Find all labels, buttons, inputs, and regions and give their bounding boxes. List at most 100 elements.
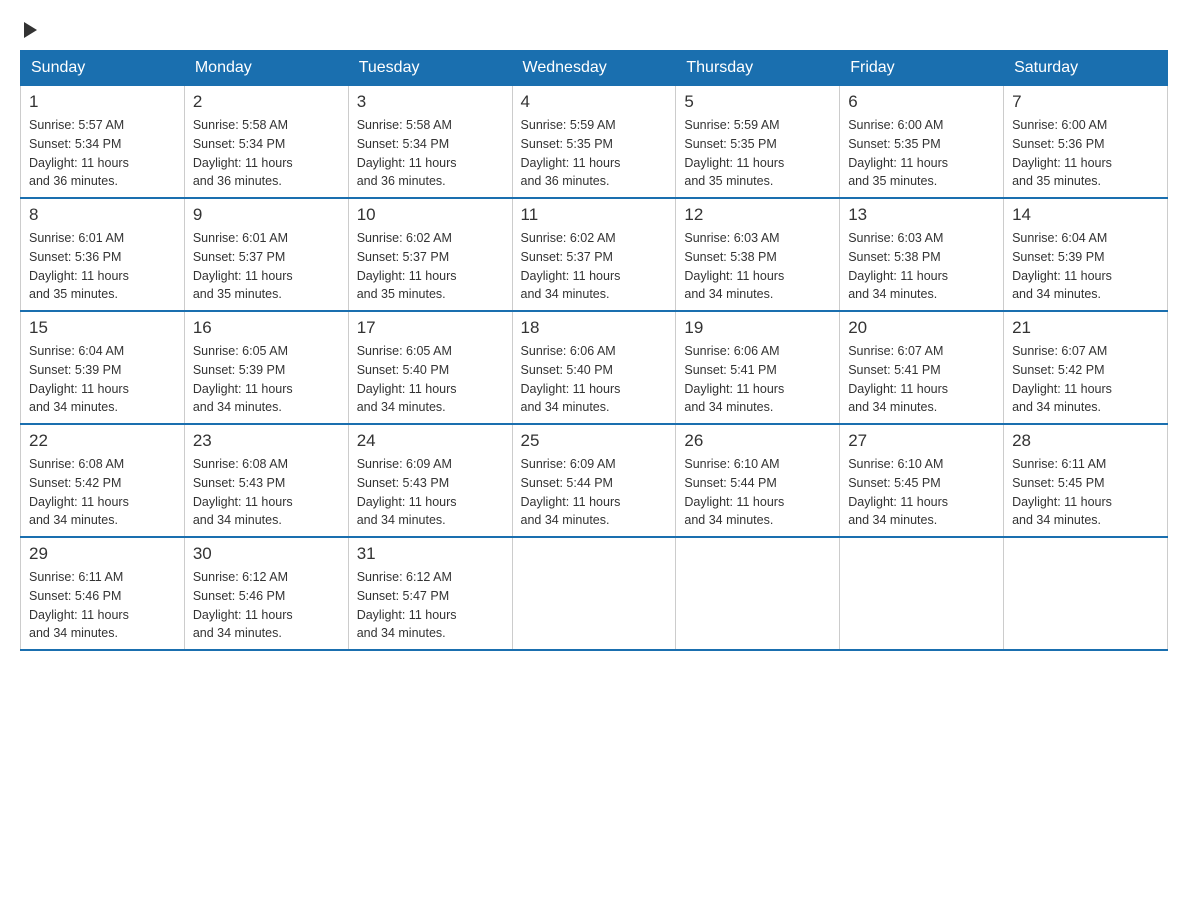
calendar-week-2: 8 Sunrise: 6:01 AMSunset: 5:36 PMDaylight… (21, 198, 1168, 311)
calendar-cell: 18Sunrise: 6:06 AMSunset: 5:40 PMDayligh… (512, 311, 676, 424)
calendar-cell: 31 Sunrise: 6:12 AMSunset: 5:47 PMDayligh… (348, 537, 512, 650)
day-info: Sunrise: 6:04 AMSunset: 5:39 PMDaylight:… (29, 342, 176, 417)
day-number: 1 (29, 92, 176, 112)
calendar-cell (676, 537, 840, 650)
day-info: Sunrise: 6:01 AMSunset: 5:37 PMDaylight:… (193, 229, 340, 304)
calendar-cell: 9 Sunrise: 6:01 AMSunset: 5:37 PMDaylight… (184, 198, 348, 311)
calendar-week-3: 15Sunrise: 6:04 AMSunset: 5:39 PMDayligh… (21, 311, 1168, 424)
day-info: Sunrise: 6:02 AMSunset: 5:37 PMDaylight:… (521, 229, 668, 304)
day-info: Sunrise: 5:58 AMSunset: 5:34 PMDaylight:… (357, 116, 504, 191)
calendar-cell: 2 Sunrise: 5:58 AMSunset: 5:34 PMDaylight… (184, 86, 348, 199)
day-number: 7 (1012, 92, 1159, 112)
calendar-cell: 20 Sunrise: 6:07 AMSunset: 5:41 PMDayligh… (840, 311, 1004, 424)
day-info: Sunrise: 6:04 AMSunset: 5:39 PMDaylight:… (1012, 229, 1159, 304)
day-number: 12 (684, 205, 831, 225)
day-number: 13 (848, 205, 995, 225)
calendar-cell: 3 Sunrise: 5:58 AMSunset: 5:34 PMDaylight… (348, 86, 512, 199)
day-number: 19 (684, 318, 831, 338)
day-info: Sunrise: 6:07 AMSunset: 5:42 PMDaylight:… (1012, 342, 1159, 417)
calendar-cell: 30 Sunrise: 6:12 AMSunset: 5:46 PMDayligh… (184, 537, 348, 650)
weekday-header-row: SundayMondayTuesdayWednesdayThursdayFrid… (21, 51, 1168, 86)
day-number: 10 (357, 205, 504, 225)
calendar-cell: 26Sunrise: 6:10 AMSunset: 5:44 PMDayligh… (676, 424, 840, 537)
day-info: Sunrise: 5:58 AMSunset: 5:34 PMDaylight:… (193, 116, 340, 191)
weekday-header-saturday: Saturday (1004, 51, 1168, 86)
logo (20, 20, 37, 34)
day-number: 11 (521, 205, 668, 225)
weekday-header-monday: Monday (184, 51, 348, 86)
calendar-week-5: 29 Sunrise: 6:11 AMSunset: 5:46 PMDayligh… (21, 537, 1168, 650)
calendar-cell: 22Sunrise: 6:08 AMSunset: 5:42 PMDayligh… (21, 424, 185, 537)
calendar-cell (840, 537, 1004, 650)
day-number: 4 (521, 92, 668, 112)
day-info: Sunrise: 6:08 AMSunset: 5:42 PMDaylight:… (29, 455, 176, 530)
day-info: Sunrise: 6:09 AMSunset: 5:44 PMDaylight:… (521, 455, 668, 530)
day-info: Sunrise: 6:07 AMSunset: 5:41 PMDaylight:… (848, 342, 995, 417)
weekday-header-tuesday: Tuesday (348, 51, 512, 86)
calendar-cell: 29 Sunrise: 6:11 AMSunset: 5:46 PMDayligh… (21, 537, 185, 650)
weekday-header-thursday: Thursday (676, 51, 840, 86)
calendar-cell: 4 Sunrise: 5:59 AMSunset: 5:35 PMDaylight… (512, 86, 676, 199)
day-number: 24 (357, 431, 504, 451)
day-info: Sunrise: 6:06 AMSunset: 5:40 PMDaylight:… (521, 342, 668, 417)
day-info: Sunrise: 6:12 AMSunset: 5:46 PMDaylight:… (193, 568, 340, 643)
day-number: 28 (1012, 431, 1159, 451)
day-number: 29 (29, 544, 176, 564)
calendar-cell: 28 Sunrise: 6:11 AMSunset: 5:45 PMDayligh… (1004, 424, 1168, 537)
day-number: 2 (193, 92, 340, 112)
day-number: 23 (193, 431, 340, 451)
day-info: Sunrise: 6:11 AMSunset: 5:46 PMDaylight:… (29, 568, 176, 643)
day-number: 3 (357, 92, 504, 112)
day-number: 21 (1012, 318, 1159, 338)
day-number: 30 (193, 544, 340, 564)
day-info: Sunrise: 6:02 AMSunset: 5:37 PMDaylight:… (357, 229, 504, 304)
calendar-cell: 6Sunrise: 6:00 AMSunset: 5:35 PMDaylight… (840, 86, 1004, 199)
calendar-cell: 21 Sunrise: 6:07 AMSunset: 5:42 PMDayligh… (1004, 311, 1168, 424)
calendar-cell: 27 Sunrise: 6:10 AMSunset: 5:45 PMDayligh… (840, 424, 1004, 537)
day-info: Sunrise: 6:12 AMSunset: 5:47 PMDaylight:… (357, 568, 504, 643)
calendar-cell: 8 Sunrise: 6:01 AMSunset: 5:36 PMDaylight… (21, 198, 185, 311)
weekday-header-sunday: Sunday (21, 51, 185, 86)
calendar-cell: 13 Sunrise: 6:03 AMSunset: 5:38 PMDayligh… (840, 198, 1004, 311)
calendar-body: 1 Sunrise: 5:57 AMSunset: 5:34 PMDaylight… (21, 86, 1168, 651)
day-number: 26 (684, 431, 831, 451)
calendar-cell: 25 Sunrise: 6:09 AMSunset: 5:44 PMDayligh… (512, 424, 676, 537)
day-number: 9 (193, 205, 340, 225)
day-info: Sunrise: 5:59 AMSunset: 5:35 PMDaylight:… (521, 116, 668, 191)
day-number: 5 (684, 92, 831, 112)
calendar-cell: 17Sunrise: 6:05 AMSunset: 5:40 PMDayligh… (348, 311, 512, 424)
day-number: 27 (848, 431, 995, 451)
day-info: Sunrise: 6:01 AMSunset: 5:36 PMDaylight:… (29, 229, 176, 304)
calendar-cell: 14 Sunrise: 6:04 AMSunset: 5:39 PMDayligh… (1004, 198, 1168, 311)
day-number: 6 (848, 92, 995, 112)
calendar-table: SundayMondayTuesdayWednesdayThursdayFrid… (20, 50, 1168, 651)
day-info: Sunrise: 6:09 AMSunset: 5:43 PMDaylight:… (357, 455, 504, 530)
calendar-cell: 1 Sunrise: 5:57 AMSunset: 5:34 PMDaylight… (21, 86, 185, 199)
weekday-header-wednesday: Wednesday (512, 51, 676, 86)
day-number: 14 (1012, 205, 1159, 225)
day-info: Sunrise: 6:08 AMSunset: 5:43 PMDaylight:… (193, 455, 340, 530)
day-number: 31 (357, 544, 504, 564)
day-info: Sunrise: 6:05 AMSunset: 5:39 PMDaylight:… (193, 342, 340, 417)
calendar-week-4: 22Sunrise: 6:08 AMSunset: 5:42 PMDayligh… (21, 424, 1168, 537)
calendar-cell: 7 Sunrise: 6:00 AMSunset: 5:36 PMDaylight… (1004, 86, 1168, 199)
calendar-cell: 12 Sunrise: 6:03 AMSunset: 5:38 PMDayligh… (676, 198, 840, 311)
day-number: 16 (193, 318, 340, 338)
day-info: Sunrise: 6:03 AMSunset: 5:38 PMDaylight:… (848, 229, 995, 304)
day-number: 8 (29, 205, 176, 225)
day-info: Sunrise: 5:57 AMSunset: 5:34 PMDaylight:… (29, 116, 176, 191)
day-info: Sunrise: 6:00 AMSunset: 5:36 PMDaylight:… (1012, 116, 1159, 191)
weekday-header-friday: Friday (840, 51, 1004, 86)
day-info: Sunrise: 6:10 AMSunset: 5:45 PMDaylight:… (848, 455, 995, 530)
day-info: Sunrise: 6:03 AMSunset: 5:38 PMDaylight:… (684, 229, 831, 304)
page-header (20, 20, 1168, 34)
calendar-cell: 15Sunrise: 6:04 AMSunset: 5:39 PMDayligh… (21, 311, 185, 424)
calendar-cell: 5Sunrise: 5:59 AMSunset: 5:35 PMDaylight… (676, 86, 840, 199)
day-number: 20 (848, 318, 995, 338)
calendar-cell: 10 Sunrise: 6:02 AMSunset: 5:37 PMDayligh… (348, 198, 512, 311)
day-info: Sunrise: 6:11 AMSunset: 5:45 PMDaylight:… (1012, 455, 1159, 530)
calendar-cell: 11 Sunrise: 6:02 AMSunset: 5:37 PMDayligh… (512, 198, 676, 311)
day-number: 25 (521, 431, 668, 451)
day-number: 17 (357, 318, 504, 338)
calendar-cell: 23 Sunrise: 6:08 AMSunset: 5:43 PMDayligh… (184, 424, 348, 537)
